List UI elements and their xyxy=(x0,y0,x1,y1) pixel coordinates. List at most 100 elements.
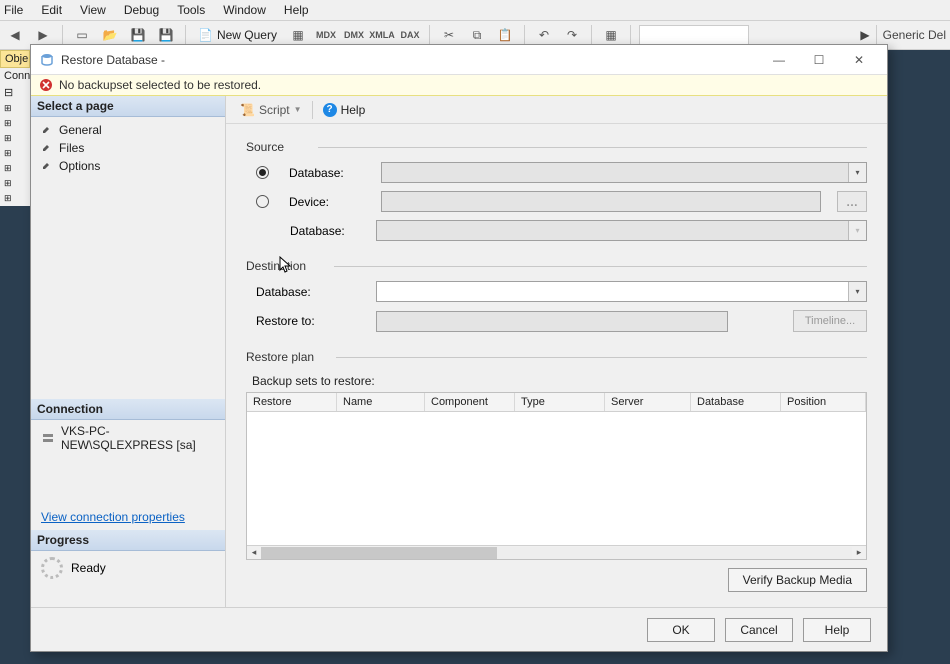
tree-collapse-icon[interactable]: ⊟ xyxy=(0,84,30,101)
progress-value: Ready xyxy=(71,561,106,575)
script-icon: 📜 xyxy=(240,103,255,117)
debug-target-icon[interactable]: ▶ xyxy=(860,28,869,42)
page-files-label: Files xyxy=(59,141,84,155)
open-icon[interactable]: 📂 xyxy=(99,24,121,46)
source-group-title: Source xyxy=(246,140,867,154)
ok-button[interactable]: OK xyxy=(647,618,715,642)
page-general[interactable]: General xyxy=(31,121,225,139)
col-restore[interactable]: Restore xyxy=(247,393,337,411)
object-explorer-tab[interactable]: Obje xyxy=(0,50,30,68)
help-button-footer[interactable]: Help xyxy=(803,618,871,642)
dest-database-combo[interactable]: ▾ xyxy=(376,281,867,302)
verify-backup-media-button[interactable]: Verify Backup Media xyxy=(728,568,867,592)
connection-header: Connection xyxy=(31,399,225,420)
grid-horizontal-scrollbar[interactable]: ◂ ▸ xyxy=(247,545,866,559)
col-position[interactable]: Position xyxy=(781,393,866,411)
grid-body xyxy=(247,412,866,545)
tree-expand-icon-3[interactable]: ⊞ xyxy=(0,131,30,146)
dmx-icon[interactable]: DMX xyxy=(343,24,365,46)
dest-database-label: Database: xyxy=(246,285,366,299)
tree-expand-icon-1[interactable]: ⊞ xyxy=(0,101,30,116)
script-label: Script xyxy=(259,103,290,117)
help-icon: ? xyxy=(323,103,337,117)
menu-help[interactable]: Help xyxy=(284,3,309,17)
connect-label: Conn xyxy=(0,68,30,84)
nav-fwd-icon[interactable]: ▶ xyxy=(32,24,54,46)
undo-icon[interactable]: ↶ xyxy=(533,24,555,46)
new-query-label: New Query xyxy=(217,28,277,42)
database-selector-dropdown[interactable] xyxy=(639,25,749,45)
mdx-icon[interactable]: MDX xyxy=(315,24,337,46)
warning-bar: No backupset selected to be restored. xyxy=(31,75,887,96)
restore-plan-title: Restore plan xyxy=(246,350,867,364)
source-sub-database-label: Database: xyxy=(246,224,366,238)
chevron-down-icon[interactable]: ▾ xyxy=(848,163,866,182)
source-device-radio[interactable] xyxy=(256,195,269,208)
save-all-icon[interactable]: 💾 xyxy=(155,24,177,46)
script-dropdown-arrow-icon[interactable]: ▼ xyxy=(294,105,302,114)
source-device-textbox[interactable] xyxy=(381,191,821,212)
chevron-down-icon: ▾ xyxy=(848,221,866,240)
redo-icon[interactable]: ↷ xyxy=(561,24,583,46)
script-button[interactable]: 📜 Script ▼ xyxy=(236,101,306,119)
tree-expand-icon-2[interactable]: ⊞ xyxy=(0,116,30,131)
object-explorer-strip: Obje Conn ⊟ ⊞ ⊞ ⊞ ⊞ ⊞ ⊞ ⊞ xyxy=(0,50,30,206)
source-database-radio[interactable] xyxy=(256,166,269,179)
tree-expand-icon-7[interactable]: ⊞ xyxy=(0,191,30,206)
browse-device-button[interactable]: … xyxy=(837,191,867,212)
col-database[interactable]: Database xyxy=(691,393,781,411)
close-button[interactable]: ✕ xyxy=(839,48,879,72)
tree-expand-icon-6[interactable]: ⊞ xyxy=(0,176,30,191)
copy-icon[interactable]: ⧉ xyxy=(466,24,488,46)
menu-edit[interactable]: Edit xyxy=(41,3,62,17)
restore-database-dialog: Restore Database - — ☐ ✕ No backupset se… xyxy=(30,44,888,652)
menu-view[interactable]: View xyxy=(80,3,106,17)
restore-icon xyxy=(39,52,55,68)
activity-monitor-icon[interactable]: ▦ xyxy=(600,24,622,46)
paste-icon[interactable]: 📋 xyxy=(494,24,516,46)
chevron-down-icon[interactable]: ▾ xyxy=(848,282,866,301)
dialog-main: 📜 Script ▼ ? Help Source Database: ▾ xyxy=(226,96,887,607)
nav-back-icon[interactable]: ◀ xyxy=(4,24,26,46)
page-files[interactable]: Files xyxy=(31,139,225,157)
generic-debugger-label[interactable]: Generic Del xyxy=(883,28,946,42)
maximize-button[interactable]: ☐ xyxy=(799,48,839,72)
new-query-button[interactable]: 📄 New Query xyxy=(194,28,281,42)
minimize-button[interactable]: — xyxy=(759,48,799,72)
destination-group-title: Destination xyxy=(246,259,867,273)
menu-file[interactable]: File xyxy=(4,3,23,17)
page-options[interactable]: Options xyxy=(31,157,225,175)
col-server[interactable]: Server xyxy=(605,393,691,411)
source-database-combo[interactable]: ▾ xyxy=(381,162,867,183)
dax-icon[interactable]: DAX xyxy=(399,24,421,46)
select-page-header: Select a page xyxy=(31,96,225,117)
dialog-footer: OK Cancel Help xyxy=(31,607,887,651)
source-device-label: Device: xyxy=(279,195,371,209)
xmla-icon[interactable]: XMLA xyxy=(371,24,393,46)
dialog-toolbar: 📜 Script ▼ ? Help xyxy=(226,96,887,124)
backup-sets-grid[interactable]: Restore Name Component Type Server Datab… xyxy=(246,392,867,560)
restore-to-textbox xyxy=(376,311,728,332)
scroll-left-icon[interactable]: ◂ xyxy=(247,547,261,558)
view-connection-properties-link[interactable]: View connection properties xyxy=(31,504,225,530)
new-project-icon[interactable]: ▭ xyxy=(71,24,93,46)
cancel-button[interactable]: Cancel xyxy=(725,618,793,642)
menu-window[interactable]: Window xyxy=(223,3,266,17)
source-database-label: Database: xyxy=(279,166,371,180)
menu-tools[interactable]: Tools xyxy=(177,3,205,17)
help-button[interactable]: ? Help xyxy=(319,101,370,119)
cut-icon[interactable]: ✂ xyxy=(438,24,460,46)
warning-text: No backupset selected to be restored. xyxy=(59,78,261,92)
menu-debug[interactable]: Debug xyxy=(124,3,159,17)
save-icon[interactable]: 💾 xyxy=(127,24,149,46)
scrollbar-thumb[interactable] xyxy=(261,547,497,559)
col-name[interactable]: Name xyxy=(337,393,425,411)
tree-expand-icon-4[interactable]: ⊞ xyxy=(0,146,30,161)
scroll-right-icon[interactable]: ▸ xyxy=(852,547,866,558)
col-component[interactable]: Component xyxy=(425,393,515,411)
app-menubar: File Edit View Debug Tools Window Help xyxy=(0,0,950,20)
tree-expand-icon-5[interactable]: ⊞ xyxy=(0,161,30,176)
col-type[interactable]: Type xyxy=(515,393,605,411)
query-icon-1[interactable]: ▦ xyxy=(287,24,309,46)
server-icon xyxy=(41,431,55,445)
